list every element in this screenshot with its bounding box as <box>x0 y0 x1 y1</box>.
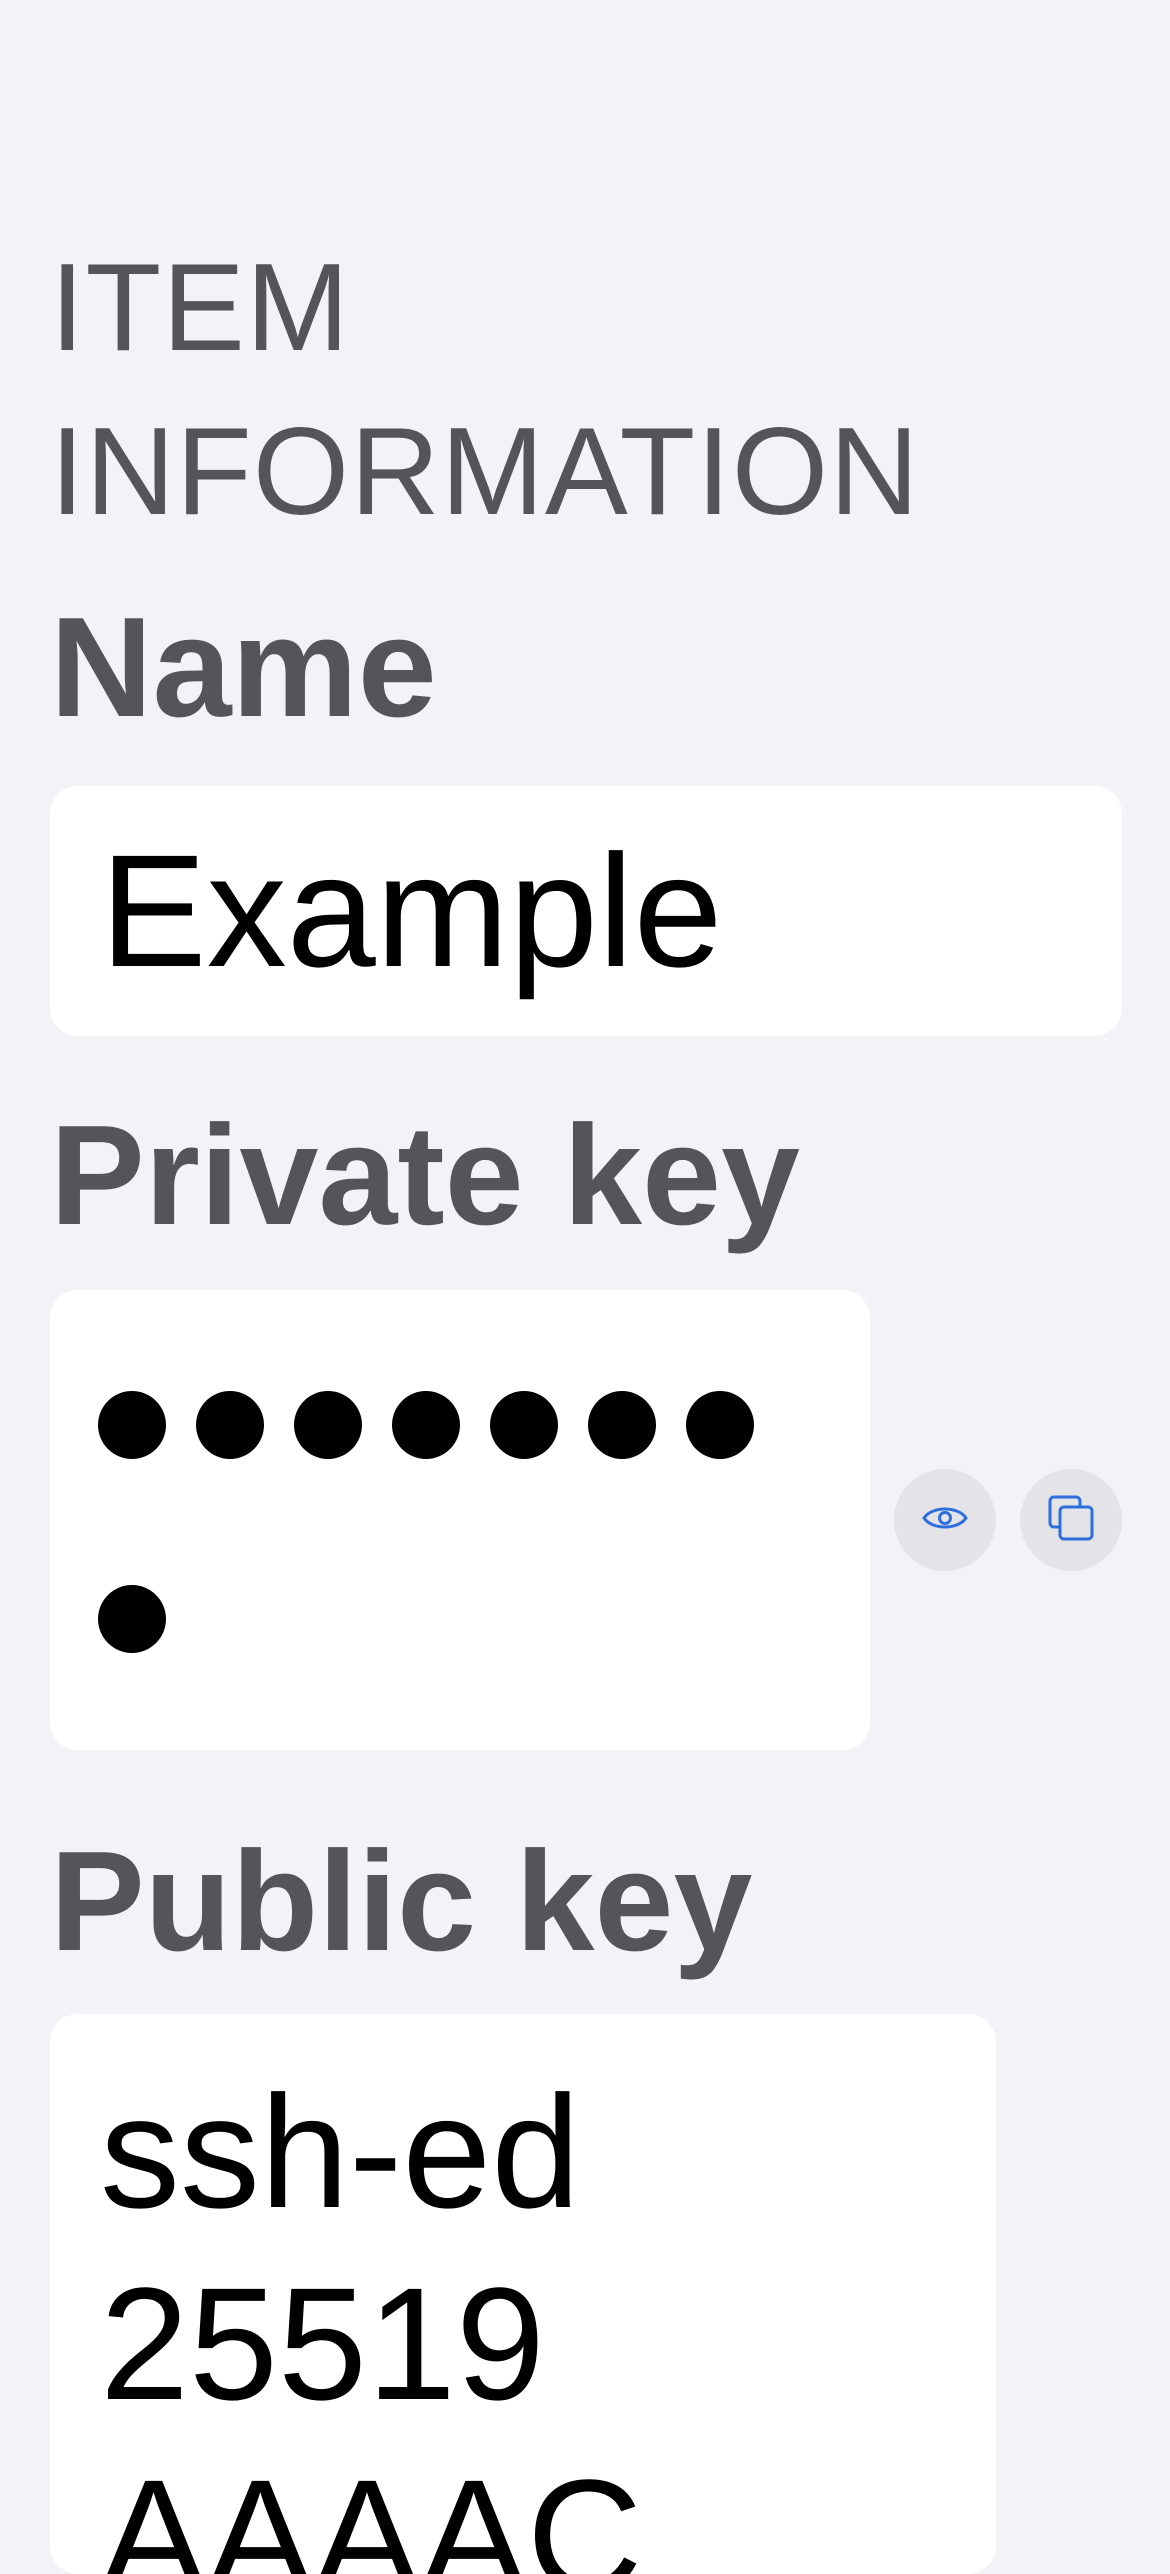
mask-dot <box>686 1391 754 1459</box>
mask-dot <box>490 1391 558 1459</box>
public-key-field[interactable]: ssh-ed25519 AAAAC <box>50 2014 996 2574</box>
mask-dot <box>196 1391 264 1459</box>
private-key-field[interactable] <box>50 1290 870 1750</box>
copy-icon <box>1046 1493 1096 1548</box>
mask-dot <box>294 1391 362 1459</box>
mask-dot <box>588 1391 656 1459</box>
copy-private-key-button[interactable] <box>1020 1469 1122 1571</box>
public-key-label: Public key <box>50 1822 753 1981</box>
mask-dot <box>98 1391 166 1459</box>
private-key-masked-value <box>50 1290 810 1716</box>
section-header: ITEM INFORMATION <box>50 239 920 541</box>
name-value: Example <box>100 821 723 1000</box>
reveal-private-key-button[interactable] <box>894 1469 996 1571</box>
name-label: Name <box>50 588 437 747</box>
private-key-label: Private key <box>50 1096 801 1255</box>
eye-icon <box>922 1503 968 1538</box>
mask-dot <box>98 1585 166 1653</box>
public-key-value: ssh-ed25519 AAAAC <box>100 2062 643 2574</box>
name-field[interactable]: Example <box>50 786 1122 1036</box>
mask-dot <box>392 1391 460 1459</box>
